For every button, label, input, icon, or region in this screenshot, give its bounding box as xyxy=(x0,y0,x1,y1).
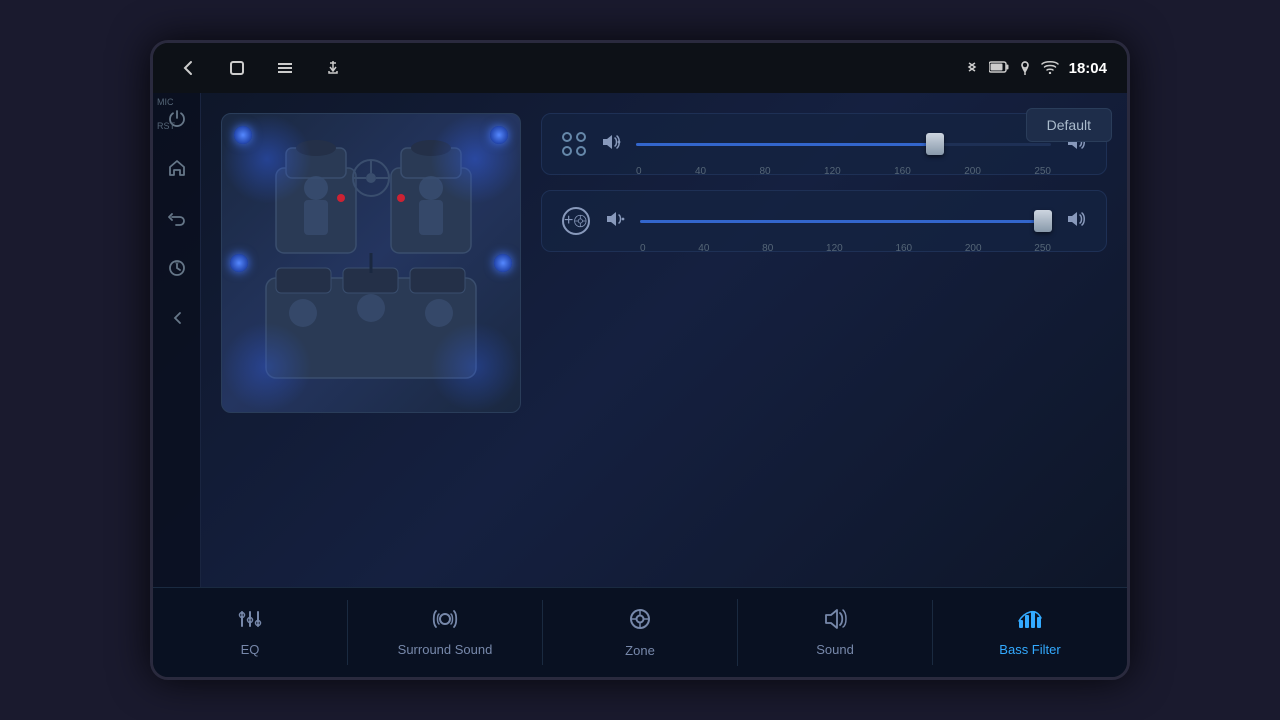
vol-down-icon-1 xyxy=(601,134,621,155)
location-icon xyxy=(1019,59,1031,78)
glow-bl xyxy=(222,322,312,412)
bottom-nav: EQ Surround Sound xyxy=(153,587,1127,677)
tab-bass-label: Bass Filter xyxy=(999,642,1060,657)
tab-zone-label: Zone xyxy=(625,643,655,658)
tab-eq[interactable]: EQ xyxy=(153,600,348,665)
battery-icon xyxy=(989,60,1009,76)
content-row: 0 40 80 120 160 200 250 xyxy=(221,113,1107,567)
main-area: MIC RST xyxy=(153,93,1127,587)
rst-label: RST xyxy=(157,121,175,131)
slider-container-1[interactable]: 0 40 80 120 160 200 250 xyxy=(636,129,1051,159)
glow-br xyxy=(430,322,520,412)
sliders-panel: 0 40 80 120 160 200 250 xyxy=(541,113,1107,567)
sound-icon xyxy=(822,608,848,636)
seats-visual xyxy=(222,114,520,412)
slider-card-2: 0 40 80 120 160 200 250 xyxy=(541,190,1107,252)
mic-label: MIC xyxy=(157,97,174,107)
channel-dot xyxy=(562,146,572,156)
home-button[interactable] xyxy=(162,153,192,183)
surround-icon xyxy=(432,608,458,636)
menu-button[interactable] xyxy=(269,52,301,84)
recents-button[interactable] xyxy=(221,52,253,84)
back-button[interactable] xyxy=(173,52,205,84)
sidebar xyxy=(153,93,201,587)
usb-icon xyxy=(317,52,349,84)
target-icon xyxy=(562,207,590,235)
wifi-icon xyxy=(1041,60,1059,77)
status-left xyxy=(173,52,349,84)
tab-bass-filter[interactable]: Bass Filter xyxy=(933,600,1127,665)
tab-zone[interactable]: Zone xyxy=(543,599,738,666)
slider-card-1: 0 40 80 120 160 200 250 xyxy=(541,113,1107,175)
tab-sound-label: Sound xyxy=(816,642,854,657)
tab-sound[interactable]: Sound xyxy=(738,600,933,665)
slider-container-2[interactable]: 0 40 80 120 160 200 250 xyxy=(640,206,1051,236)
seats-panel xyxy=(221,113,521,413)
status-bar: 18:04 xyxy=(153,43,1127,93)
slider-thumb-2[interactable] xyxy=(1034,210,1052,232)
speaker-mid-right xyxy=(494,254,512,272)
slider-thumb-1[interactable] xyxy=(926,133,944,155)
speaker-top-left xyxy=(234,126,252,144)
undo-button[interactable] xyxy=(162,203,192,233)
slider-ticks-1: 0 40 80 120 160 200 250 xyxy=(636,166,1051,177)
bluetooth-icon xyxy=(965,59,979,78)
glow-tl xyxy=(222,114,312,204)
tab-surround-label: Surround Sound xyxy=(398,642,493,657)
vol-up-icon-2 xyxy=(1066,211,1086,232)
slider-fill-1 xyxy=(636,143,935,146)
zone-icon xyxy=(628,607,652,637)
channel-dot xyxy=(576,146,586,156)
status-right: 18:04 xyxy=(965,59,1107,78)
channel-dot xyxy=(576,132,586,142)
slider-track-2 xyxy=(640,220,1051,223)
vol-down-icon-2 xyxy=(605,211,625,232)
back-nav-button[interactable] xyxy=(162,303,192,333)
speaker-mid-left xyxy=(230,254,248,272)
device-frame: 18:04 MIC RST xyxy=(150,40,1130,680)
time-display: 18:04 xyxy=(1069,60,1107,77)
channel-dot xyxy=(562,132,572,142)
content-area: Default xyxy=(201,93,1127,587)
slider-ticks-2: 0 40 80 120 160 200 250 xyxy=(640,243,1051,254)
speaker-top-right xyxy=(490,126,508,144)
channel-indicator-1 xyxy=(562,132,586,156)
eq-icon xyxy=(238,608,262,636)
tab-eq-label: EQ xyxy=(241,642,260,657)
navigate-button[interactable] xyxy=(162,253,192,283)
slider-track-1 xyxy=(636,143,1051,146)
tab-surround-sound[interactable]: Surround Sound xyxy=(348,600,543,665)
slider-fill-2 xyxy=(640,220,1043,223)
glow-tr xyxy=(430,114,520,204)
bass-icon xyxy=(1017,608,1043,636)
